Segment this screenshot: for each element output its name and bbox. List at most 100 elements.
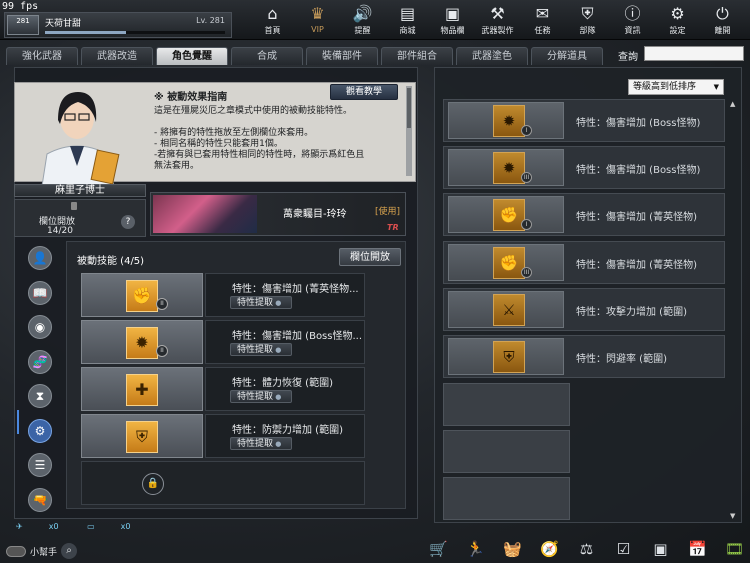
tab-6[interactable]: 武器塗色: [456, 47, 528, 65]
nav-item-4[interactable]: ▣ 物品欄: [430, 0, 475, 40]
scale-icon[interactable]: ⚖: [568, 540, 605, 558]
extract-trait-button[interactable]: 特性提取 ●: [230, 390, 292, 403]
trait-icon-box[interactable]: ⚔: [448, 290, 564, 328]
trait-scrollbar[interactable]: ▲ ▼: [730, 100, 738, 520]
extract-trait-button[interactable]: 特性提取 ●: [230, 343, 292, 356]
player-profile[interactable]: 281 天荷甘甜 Lv. 281: [4, 12, 232, 38]
skill-slot[interactable]: ✹ II 特性：傷害增加 (Boss怪物... 特性提取 ●: [81, 320, 365, 364]
trait-item[interactable]: ⚔ 特性：攻擊力增加 (範圍): [443, 287, 725, 331]
skill-icon-box[interactable]: ✊ II: [81, 273, 203, 317]
nav-item-10[interactable]: ⏻ 離開: [700, 0, 745, 40]
tab-7[interactable]: 分解道具: [531, 47, 603, 65]
basket-icon[interactable]: 🧺: [494, 540, 531, 558]
store-icon: ▤: [399, 4, 416, 23]
grade-badge: I: [521, 219, 532, 231]
trait-icon-box[interactable]: ✊ III: [448, 243, 564, 281]
extract-trait-button[interactable]: 特性提取 ●: [230, 437, 292, 450]
skill-slot[interactable]: ⛨ 特性：防禦力增加 (範圍) 特性提取 ●: [81, 414, 365, 458]
trait-item[interactable]: ✊ I 特性：傷害增加 (菁英怪物): [443, 193, 725, 237]
trait-icon-box[interactable]: ✊ I: [448, 196, 564, 234]
compass-icon[interactable]: 🧭: [531, 540, 568, 558]
nav-label: VIP: [311, 25, 324, 34]
book-icon[interactable]: 📖: [28, 280, 52, 305]
sort-dropdown[interactable]: 等級高到低排序 ▼: [628, 79, 724, 95]
skill-icon-box[interactable]: ⛨: [81, 414, 203, 458]
tab-5[interactable]: 部件組合: [381, 47, 453, 65]
watch-tutorial-button[interactable]: 觀看教學: [330, 84, 398, 100]
nav-item-6[interactable]: ✉ 任務: [520, 0, 565, 40]
list-icon[interactable]: ☰: [28, 453, 52, 477]
skill-name: 特性：傷害增加 (Boss怪物...: [232, 331, 363, 342]
nav-item-5[interactable]: ⚒ 武器製作: [475, 0, 520, 40]
dna-icon[interactable]: 🧬: [28, 349, 52, 374]
trait-item[interactable]: ✹ III 特性：傷害增加 (Boss怪物): [443, 146, 725, 190]
nav-label: 武器製作: [481, 26, 514, 35]
skill-slot[interactable]: ✚ 特性：體力恢復 (範圍) 特性提取 ●: [81, 367, 365, 411]
costume-image: [153, 195, 257, 233]
trait-icon-box[interactable]: ✹ I: [448, 102, 564, 139]
grade-badge: I: [521, 125, 532, 136]
trait-icon-box[interactable]: ✹ III: [448, 149, 564, 187]
profile-icon[interactable]: 👤: [28, 246, 52, 270]
tab-2[interactable]: 角色覺醒: [156, 47, 228, 65]
scroll-up-icon[interactable]: ▲: [730, 100, 738, 108]
guide-line: 這是在殭屍災厄之章模式中使用的被動技能特性。: [154, 106, 353, 116]
hourglass-icon[interactable]: ⧗: [28, 384, 52, 408]
scroll-down-icon[interactable]: ▼: [730, 512, 735, 520]
checklist-icon[interactable]: ☑: [605, 540, 642, 558]
locked-skill-slot[interactable]: 🔒: [81, 461, 365, 505]
gun-icon[interactable]: 🔫: [28, 487, 52, 512]
cart-icon[interactable]: 🛒: [420, 540, 457, 558]
level: Lv. 281: [196, 16, 225, 25]
skills-title: 被動技能 (4/5): [77, 256, 145, 267]
eye-icon[interactable]: ◉: [28, 315, 52, 339]
cog-icon[interactable]: ⚙: [28, 418, 52, 443]
ticket-icon: ✉: [535, 4, 550, 23]
guide-scrollbar-thumb[interactable]: [407, 88, 411, 128]
dot-icon: ●: [273, 393, 282, 401]
helper-toggle[interactable]: [6, 545, 26, 557]
nav-item-0[interactable]: ⌂ 首頁: [250, 0, 295, 40]
costume-tag: TR: [387, 223, 399, 232]
nav-item-2[interactable]: 🔊 提醒: [340, 0, 385, 40]
trait-item[interactable]: ⛨ 特性：閃避率 (範圍): [443, 335, 725, 378]
skill-icon-box[interactable]: ✹ II: [81, 320, 203, 364]
guide-line: -若擁有與已套用特性相同的特性時，將顯示爲紅色且: [154, 150, 365, 160]
nav-item-1[interactable]: ♛ VIP: [295, 0, 340, 40]
extract-trait-button[interactable]: 特性提取 ●: [230, 296, 292, 309]
passive-skills-panel: 被動技能 (4/5) 欄位開放 ✊ II 特性：傷害增加 (菁英怪物... 特性提取 …: [66, 241, 406, 509]
search-input[interactable]: [644, 46, 744, 61]
nav-item-3[interactable]: ▤ 商城: [385, 0, 430, 40]
username: 天荷甘甜: [45, 19, 82, 29]
skill-icon-box[interactable]: ✚: [81, 367, 203, 411]
tab-0[interactable]: 強化武器: [6, 47, 78, 65]
film-icon[interactable]: 🎞: [716, 540, 750, 558]
trait-item[interactable]: ✹ I 特性：傷害增加 (Boss怪物): [443, 99, 725, 142]
tab-4[interactable]: 裝備部件: [306, 47, 378, 65]
guide-title: ※ 被動效果指南: [154, 92, 228, 103]
nav-label: 離開: [714, 26, 731, 35]
trait-icon: ✹: [493, 105, 525, 137]
slot-open-button[interactable]: 欄位開放: [339, 248, 401, 266]
runner-icon[interactable]: 🏃: [457, 540, 494, 558]
grade-badge: III: [521, 172, 532, 184]
guide-line: [154, 117, 404, 128]
calendar-icon[interactable]: 📅: [679, 540, 716, 558]
counter-value: x0: [48, 522, 59, 531]
skill-slot[interactable]: ✊ II 特性：傷害增加 (菁英怪物... 特性提取 ●: [81, 273, 365, 317]
fps-counter: 99 fps: [2, 1, 39, 12]
nav-item-7[interactable]: ⛨ 部隊: [565, 0, 610, 40]
trait-item[interactable]: ✊ III 特性：傷害增加 (菁英怪物): [443, 240, 725, 284]
helper[interactable]: 小幫手 ⌕: [6, 543, 78, 559]
tab-1[interactable]: 武器改造: [81, 47, 153, 65]
tab-3[interactable]: 合成: [231, 47, 303, 65]
trait-icon-box[interactable]: ⛨: [448, 338, 564, 375]
guide-scrollbar[interactable]: [406, 86, 412, 176]
help-icon[interactable]: ?: [121, 215, 135, 229]
extract-label: 特性提取: [237, 298, 274, 308]
bookmark-icon[interactable]: ▣: [642, 540, 679, 558]
costume-banner[interactable]: 萬衆矚目-玲玲 [使用] TR: [150, 192, 406, 236]
nav-item-8[interactable]: ⓘ 資訊: [610, 0, 655, 40]
nav-item-9[interactable]: ⚙ 設定: [655, 0, 700, 40]
search-icon[interactable]: ⌕: [61, 543, 78, 559]
